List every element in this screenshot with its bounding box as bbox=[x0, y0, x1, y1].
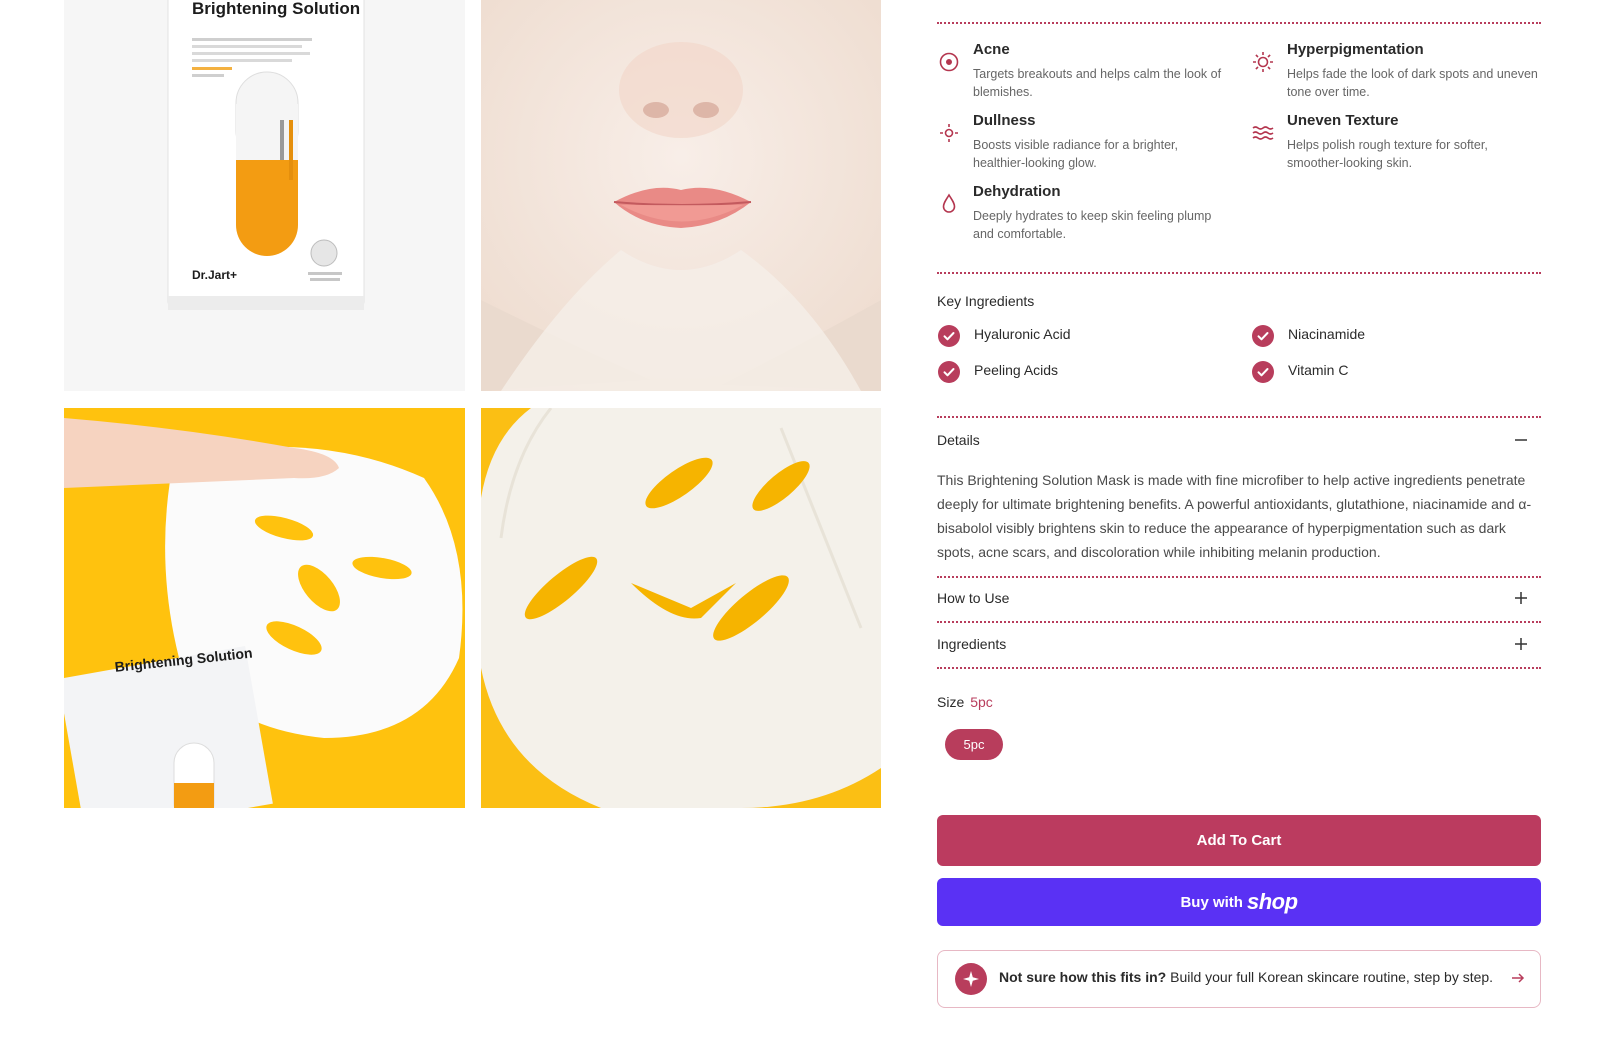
check-icon bbox=[938, 361, 960, 383]
details-description: This Brightening Solution Mask is made w… bbox=[937, 472, 1532, 560]
divider bbox=[937, 667, 1541, 669]
routine-question: Not sure how this fits in? bbox=[999, 969, 1167, 985]
plus-icon bbox=[1513, 636, 1529, 652]
divider bbox=[937, 621, 1541, 623]
concern-desc: Helps polish rough texture for softer, s… bbox=[1287, 138, 1488, 170]
concern-title: Dullness bbox=[973, 112, 1036, 129]
buy-with-label: Buy with bbox=[1180, 894, 1243, 911]
gallery-image-hand[interactable]: Brightening Solution bbox=[64, 408, 465, 808]
waves-icon bbox=[1251, 121, 1275, 145]
accordion-label: Details bbox=[937, 432, 980, 448]
packet-brand-logo: Dr.Jart+ bbox=[192, 268, 238, 282]
check-icon bbox=[1252, 361, 1274, 383]
divider bbox=[937, 576, 1541, 578]
gallery-image-mask[interactable] bbox=[481, 408, 881, 808]
target-icon bbox=[937, 50, 961, 74]
concern-title: Dehydration bbox=[973, 183, 1061, 200]
check-icon bbox=[1252, 325, 1274, 347]
key-ingredients-label: Key Ingredients bbox=[937, 293, 1035, 309]
accordion-label: Ingredients bbox=[937, 636, 1007, 652]
gallery-image-packet[interactable]: Brightening Solution Dr.Jart+ bbox=[64, 0, 465, 391]
accordion-label: How to Use bbox=[937, 590, 1010, 606]
routine-description: Build your full Korean skincare routine,… bbox=[1166, 969, 1494, 985]
concern-desc: Boosts visible radiance for a brighter, … bbox=[973, 138, 1178, 170]
sheet-mask-illustration bbox=[481, 408, 881, 808]
plus-icon bbox=[1513, 590, 1529, 606]
accordion-ingredients-toggle[interactable]: Ingredients bbox=[937, 634, 1541, 656]
sparkle-icon bbox=[955, 963, 987, 995]
shop-logo: shop bbox=[1246, 889, 1298, 914]
check-icon bbox=[938, 325, 960, 347]
concern-title: Uneven Texture bbox=[1287, 112, 1399, 129]
minus-icon bbox=[1513, 432, 1529, 448]
concern-title: Acne bbox=[973, 41, 1010, 58]
sparkle-sun-icon bbox=[937, 121, 961, 145]
ingredient-name: Vitamin C bbox=[1288, 362, 1349, 378]
hand-mask-illustration bbox=[64, 418, 463, 808]
concern-desc: Helps fade the look of dark spots and un… bbox=[1287, 67, 1538, 99]
size-option-5pc[interactable]: 5pc bbox=[945, 729, 1003, 760]
ingredient-name: Niacinamide bbox=[1288, 326, 1366, 342]
divider bbox=[937, 272, 1541, 274]
size-selected-value: 5pc bbox=[970, 694, 993, 710]
accordion-how-to-use-toggle[interactable]: How to Use bbox=[937, 588, 1541, 610]
packet-title: Brightening Solution bbox=[192, 0, 361, 18]
buy-with-shop-content: Buy with shop bbox=[937, 878, 1541, 929]
divider bbox=[937, 22, 1541, 24]
size-label: Size bbox=[937, 694, 965, 710]
concern-desc: Targets breakouts and helps calm the loo… bbox=[973, 67, 1222, 99]
concern-desc: Deeply hydrates to keep skin feeling plu… bbox=[973, 209, 1212, 241]
buy-with-shop-button[interactable]: Buy with shop bbox=[937, 878, 1541, 926]
ingredient-name: Hyaluronic Acid bbox=[974, 326, 1071, 342]
gallery-image-face[interactable] bbox=[481, 0, 881, 391]
arrow-right-icon bbox=[1510, 970, 1526, 986]
accordion-details-toggle[interactable]: Details bbox=[937, 430, 1541, 452]
sun-icon bbox=[1251, 50, 1275, 74]
add-to-cart-button[interactable]: Add To Cart bbox=[937, 815, 1541, 866]
concern-title: Hyperpigmentation bbox=[1287, 41, 1424, 58]
routine-builder-banner[interactable]: Not sure how this fits in? Build your fu… bbox=[937, 950, 1541, 1008]
ingredient-name: Peeling Acids bbox=[974, 362, 1059, 378]
face-illustration bbox=[481, 0, 881, 391]
size-selector-label: Size 5pc bbox=[937, 694, 993, 710]
packet-illustration bbox=[167, 0, 365, 310]
routine-text: Not sure how this fits in? Build your fu… bbox=[999, 969, 1493, 985]
droplet-icon bbox=[937, 192, 961, 216]
divider bbox=[937, 416, 1541, 418]
